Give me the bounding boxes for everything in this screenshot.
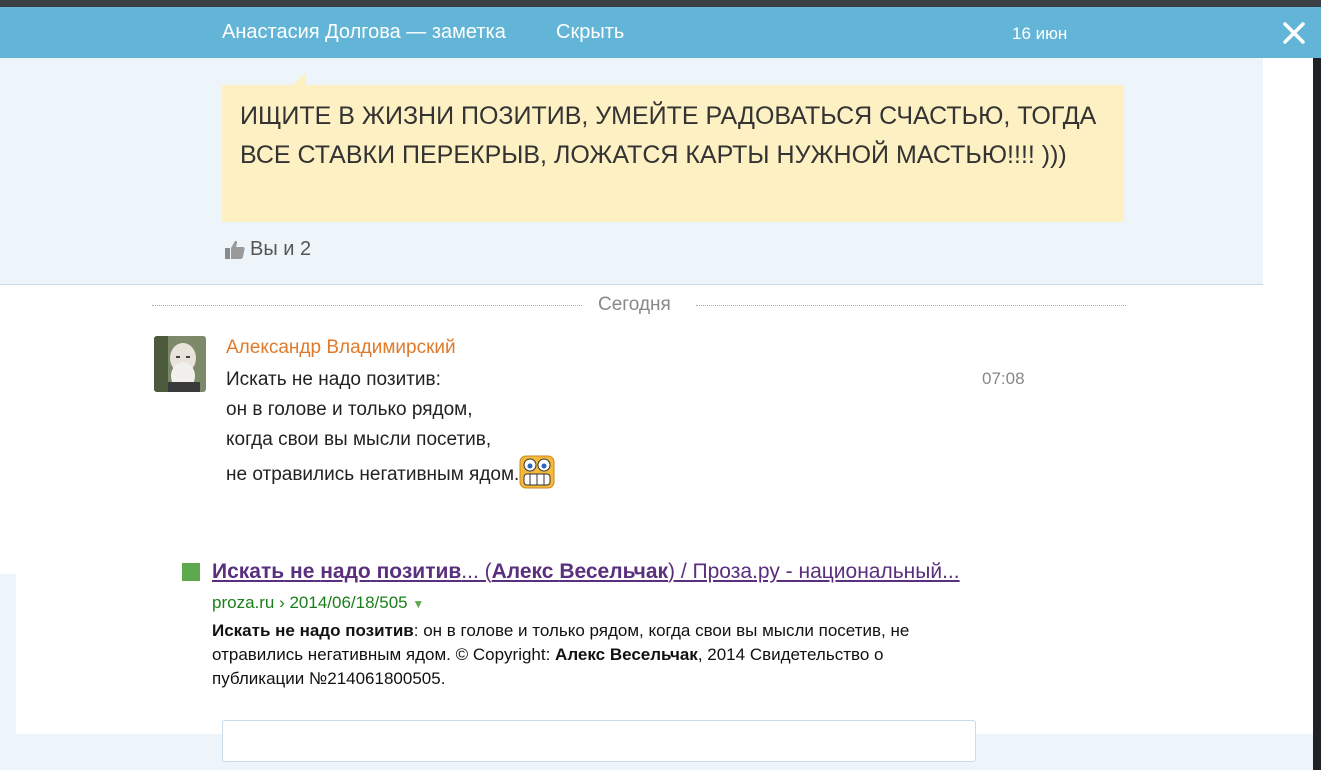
avatar-image	[154, 336, 206, 392]
search-result-link[interactable]: Искать не надо позитив... (Алекс Весельч…	[212, 560, 960, 584]
note-text: ИЩИТЕ В ЖИЗНИ ПОЗИТИВ, УМЕЙТЕ РАДОВАТЬСЯ…	[222, 85, 1124, 222]
day-separator-label: Сегодня	[598, 294, 671, 315]
comment-line-last: не отравились негативным ядом.	[226, 455, 555, 490]
comment-line: когда свои вы мысли посетив,	[226, 429, 492, 450]
separator-line-right	[696, 305, 1126, 306]
background-gap	[0, 574, 16, 770]
comment-line: не отравились негативным ядом.	[226, 464, 520, 485]
comment-input[interactable]	[222, 720, 976, 762]
comment-line: Искать не надо позитив:	[226, 369, 441, 390]
right-panel	[1263, 58, 1313, 734]
likes-text: Вы и 2	[250, 238, 312, 260]
search-result-snippet: Искать не надо позитив: он в голове и то…	[212, 621, 910, 688]
note-header: Анастасия Долгова — заметка Скрыть 16 ию…	[0, 7, 1321, 58]
likes-summary[interactable]: Вы и 2	[224, 238, 311, 261]
separator-line-left	[152, 305, 582, 306]
comment-time: 07:08	[982, 369, 1025, 388]
comment-line: он в голове и только рядом,	[226, 399, 473, 420]
window-right-border	[1313, 58, 1321, 770]
window-top-border	[0, 0, 1321, 7]
site-favicon-icon	[182, 563, 200, 581]
search-result-url[interactable]: proza.ru › 2014/06/18/505 ▼	[212, 593, 424, 613]
note-date: 16 июн	[1012, 24, 1068, 43]
note-title[interactable]: Анастасия Долгова — заметка	[222, 21, 506, 44]
thumbs-up-icon	[225, 240, 245, 259]
close-icon[interactable]	[1280, 19, 1308, 47]
avatar[interactable]	[154, 336, 206, 392]
day-separator: Сегодня	[152, 294, 1126, 316]
note-bubble-tail	[292, 72, 306, 86]
grinning-smiley-icon	[519, 455, 555, 489]
dropdown-arrow-icon[interactable]: ▼	[412, 597, 424, 611]
comment-text: Искать не надо позитив: он в голове и то…	[226, 365, 555, 490]
comment-author[interactable]: Александр Владимирский	[226, 337, 456, 359]
hide-button[interactable]: Скрыть	[556, 21, 624, 44]
